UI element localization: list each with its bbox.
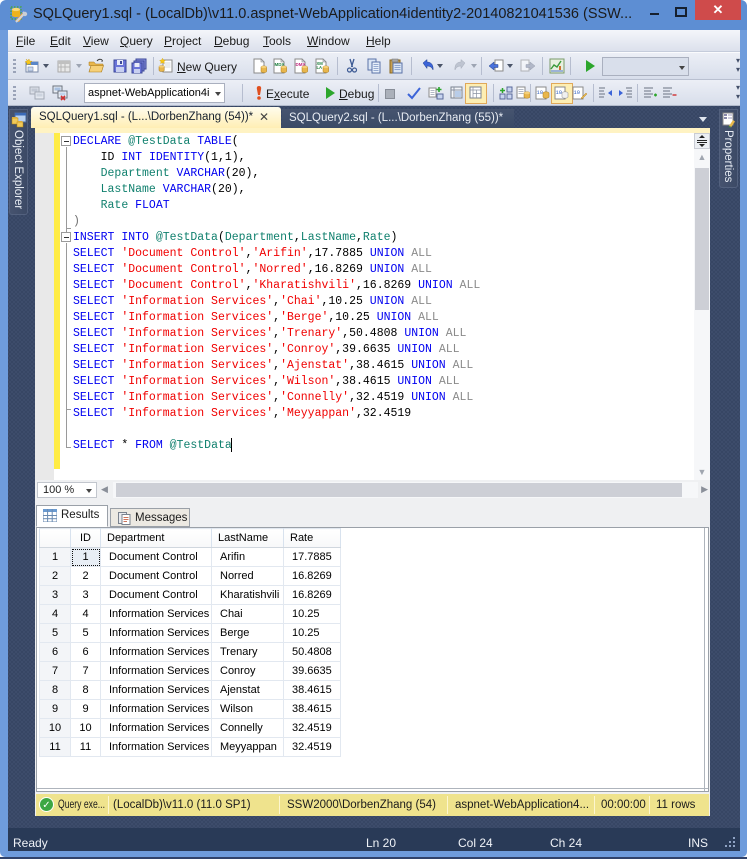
- svg-text:LA: LA: [317, 65, 323, 70]
- svg-text:10: 10: [574, 89, 581, 96]
- svg-text:10: 10: [537, 89, 544, 96]
- svg-text:10: 10: [556, 89, 563, 96]
